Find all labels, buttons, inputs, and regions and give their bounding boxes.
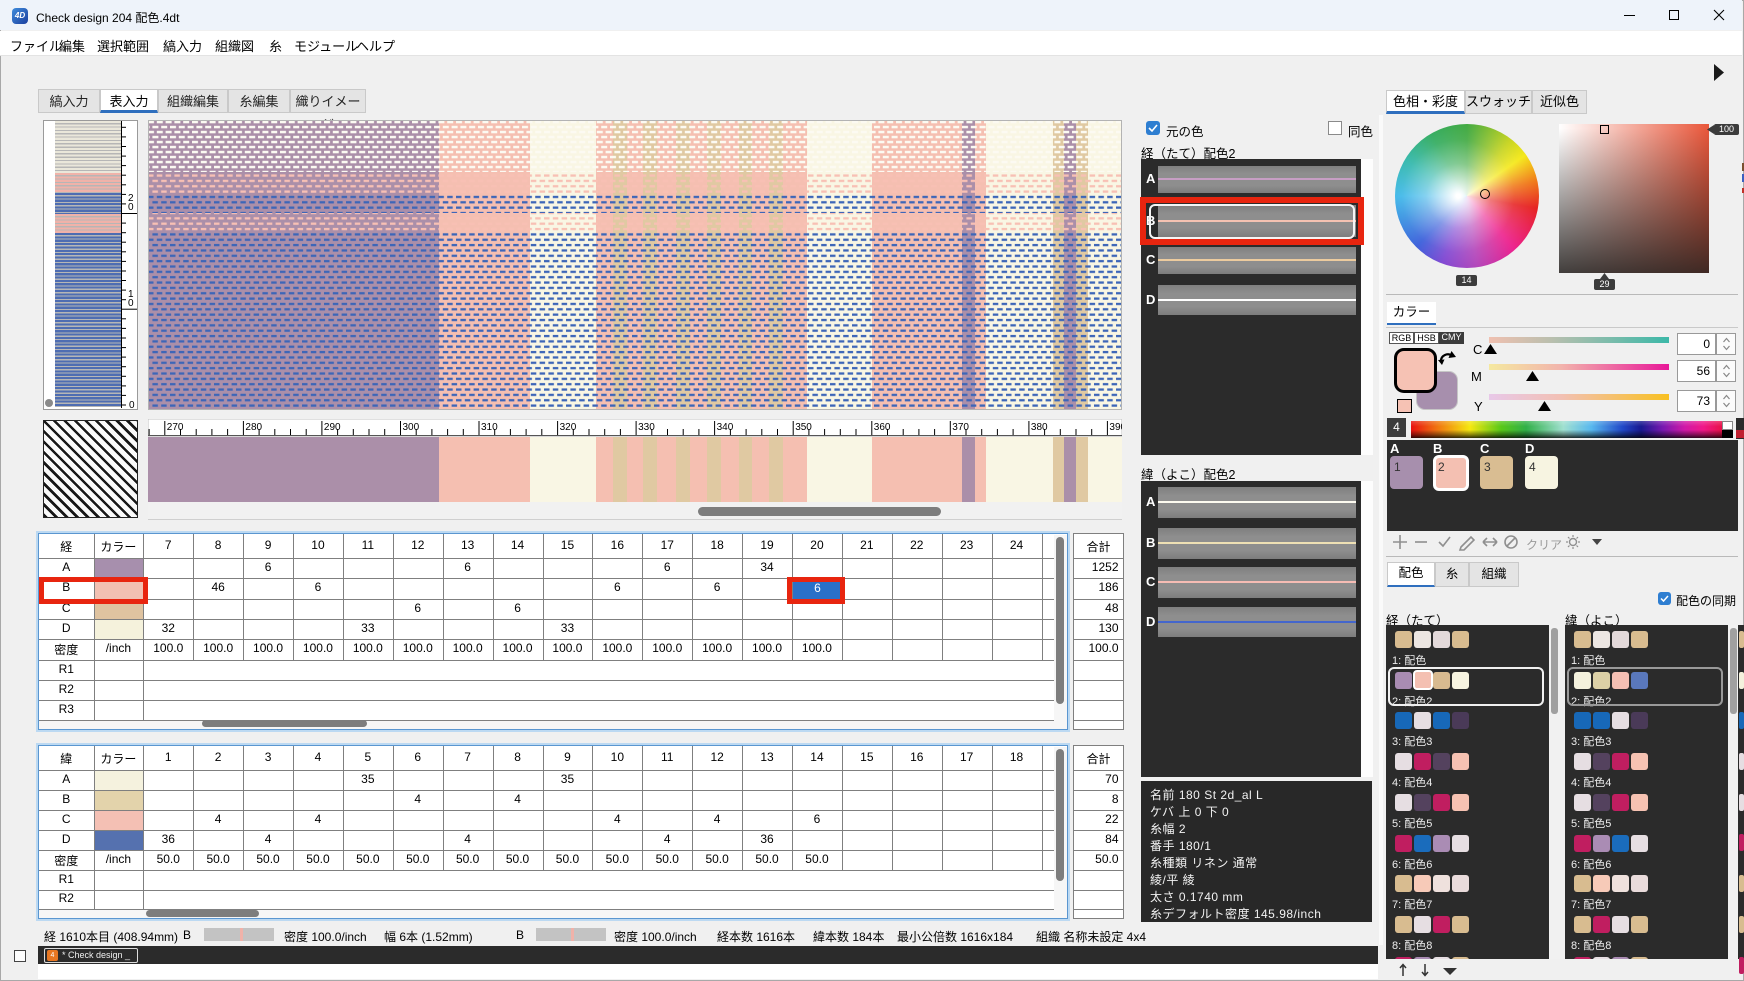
svg-text:0: 0 [129,400,135,410]
svg-text:320: 320 [560,422,577,433]
svg-text:270: 270 [167,422,184,433]
svg-text:0: 0 [128,298,134,309]
svg-text:380: 380 [1031,422,1048,433]
svg-text:300: 300 [403,422,420,433]
svg-text:390: 390 [1109,422,1122,433]
svg-text:340: 340 [717,422,734,433]
svg-text:350: 350 [795,422,812,433]
svg-text:0: 0 [128,202,134,213]
svg-text:370: 370 [952,422,969,433]
svg-text:280: 280 [245,422,262,433]
svg-text:290: 290 [324,422,341,433]
svg-text:360: 360 [874,422,891,433]
svg-text:310: 310 [481,422,498,433]
svg-text:330: 330 [638,422,655,433]
